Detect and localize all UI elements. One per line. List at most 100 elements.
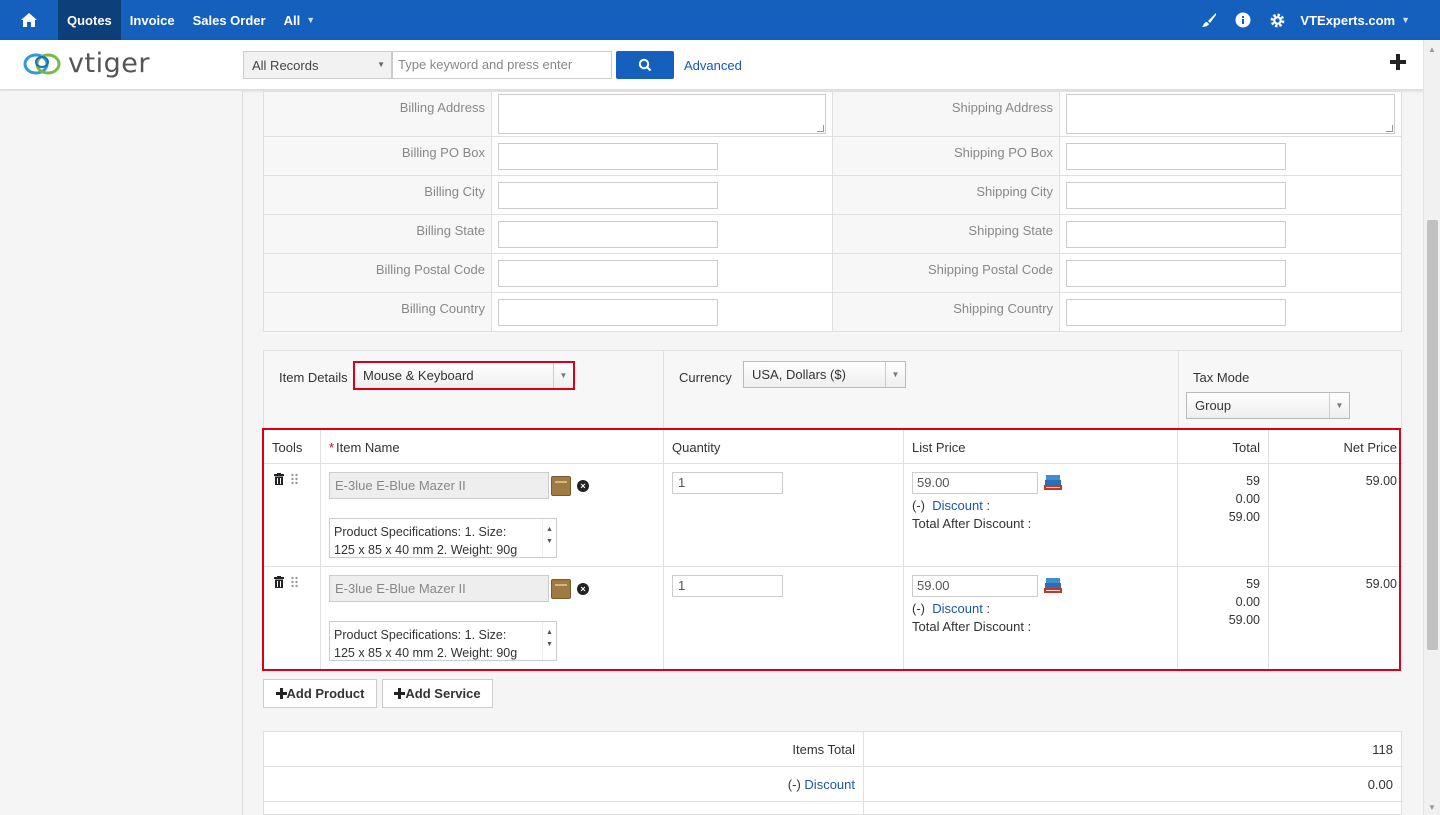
chevron-down-icon: ▼ [377, 60, 385, 69]
price-book-icon[interactable] [1043, 474, 1063, 492]
billing-city-field[interactable] [497, 181, 718, 209]
total-header: Total [1232, 440, 1260, 455]
drag-handle-icon[interactable] [290, 576, 300, 588]
description-line: 125 x 85 x 40 mm 2. Weight: 90g [334, 646, 518, 660]
page-scrollbar[interactable]: ▲ ▼ [1423, 40, 1440, 815]
tax-mode-select[interactable]: Group ▼ [1186, 392, 1350, 419]
discount-colon: : [986, 601, 991, 616]
billing-address-label: Billing Address [263, 91, 492, 137]
item-name-value: E-3lue E-Blue Mazer II [335, 581, 466, 596]
shipping-postal-code-field[interactable] [1066, 259, 1286, 287]
billing-country-field[interactable] [497, 298, 718, 326]
discount-total-row: (-) Discount 0.00 [264, 767, 1403, 802]
search-button[interactable] [616, 51, 674, 79]
item-details-select[interactable]: Mouse & Keyboard ▼ [353, 361, 575, 390]
discount-prefix: (-) [912, 601, 925, 616]
nav-quotes[interactable]: Quotes [58, 0, 121, 40]
shipping-address-label: Shipping Address [831, 91, 1061, 137]
home-icon[interactable] [0, 0, 58, 40]
user-name: VTExperts.com [1300, 12, 1396, 28]
nav-quotes-label: Quotes [67, 12, 112, 28]
clear-item-icon[interactable]: × [577, 480, 589, 492]
trash-icon[interactable] [274, 576, 284, 588]
advanced-search-link[interactable]: Advanced [684, 58, 742, 73]
item-name-input[interactable]: E-3lue E-Blue Mazer II [329, 575, 549, 602]
quantity-input[interactable]: 1 [672, 472, 783, 494]
info-icon[interactable] [1226, 0, 1260, 40]
item-name-input[interactable]: E-3lue E-Blue Mazer II [329, 472, 549, 499]
nav-all-menu[interactable]: All ▼ [275, 0, 325, 40]
billing-state-field[interactable] [497, 220, 718, 248]
chevron-down-icon: ▼ [885, 362, 905, 387]
shipping-city-field[interactable] [1066, 181, 1286, 209]
product-popup-icon[interactable] [551, 476, 571, 496]
shipping-state-label: Shipping State [831, 214, 1061, 254]
search-input[interactable]: Type keyword and press enter [392, 51, 612, 79]
currency-value: USA, Dollars ($) [752, 367, 846, 382]
item-details-label: Item Details [279, 370, 348, 385]
overall-discount-link[interactable]: Discount [804, 777, 855, 792]
drag-handle-icon[interactable] [290, 473, 300, 485]
totals-table: Items Total 118 (-) Discount 0.00 [263, 731, 1403, 815]
shipping-po-box-field[interactable] [1066, 142, 1286, 170]
description-line: Product Specifications: 1. Size: [334, 525, 507, 539]
quantity-input[interactable]: 1 [672, 575, 783, 597]
after-discount-label: Total After Discount : [912, 516, 1032, 531]
billing-postal-code-field[interactable] [497, 259, 718, 287]
scroll-up-icon[interactable]: ▲ [1428, 45, 1436, 54]
line-discount-value: 0.00 [1235, 595, 1260, 609]
discount-link[interactable]: Discount [932, 498, 983, 513]
trash-icon[interactable] [274, 473, 284, 485]
shipping-state-field[interactable] [1066, 220, 1286, 248]
shipping-postal-code-label: Shipping Postal Code [831, 253, 1061, 293]
line-total: 59 [1246, 474, 1260, 488]
currency-select[interactable]: USA, Dollars ($) ▼ [743, 361, 906, 388]
chevron-down-icon: ▼ [1401, 15, 1410, 25]
add-service-button[interactable]: Add Service [382, 679, 493, 708]
line-total: 59 [1246, 577, 1260, 591]
discount-total-label: (-) Discount [264, 767, 864, 802]
nav-sales-order[interactable]: Sales Order [184, 0, 275, 40]
item-details-value: Mouse & Keyboard [363, 368, 474, 383]
totals-next-row [264, 802, 1403, 815]
items-total-label: Items Total [264, 732, 864, 767]
product-popup-icon[interactable] [551, 579, 571, 599]
list-price-input[interactable]: 59.00 [912, 472, 1038, 494]
billing-po-box-field[interactable] [497, 142, 718, 170]
tax-mode-value: Group [1195, 398, 1232, 413]
brush-icon[interactable] [1192, 0, 1226, 40]
required-marker: * [329, 440, 335, 455]
nav-invoice[interactable]: Invoice [121, 0, 184, 40]
item-description[interactable]: Product Specifications: 1. Size: 125 x 8… [329, 621, 557, 661]
shipping-po-box-label: Shipping PO Box [831, 136, 1061, 176]
gear-icon[interactable] [1260, 0, 1294, 40]
billing-address-cell [490, 91, 833, 137]
billing-city-label: Billing City [263, 175, 492, 215]
shipping-country-label: Shipping Country [831, 292, 1061, 332]
shipping-country-field[interactable] [1066, 298, 1286, 326]
item-description[interactable]: Product Specifications: 1. Size: 125 x 8… [329, 518, 557, 558]
chevron-down-icon: ▼ [1329, 393, 1349, 418]
quantity-header: Quantity [672, 440, 721, 455]
item-name-value: E-3lue E-Blue Mazer II [335, 478, 466, 493]
add-product-button[interactable]: Add Product [263, 679, 377, 708]
billing-po-box-label: Billing PO Box [263, 136, 492, 176]
discount-prefix: (-) [787, 777, 801, 792]
records-select[interactable]: All Records ▼ [243, 51, 392, 79]
items-total-row: Items Total 118 [264, 732, 1403, 767]
list-price-input[interactable]: 59.00 [912, 575, 1038, 597]
scrollbar-thumb[interactable] [1427, 220, 1438, 650]
scroll-down-icon[interactable]: ▼ [1428, 803, 1436, 812]
plus-icon[interactable] [1388, 52, 1408, 75]
vtiger-logo[interactable]: vtiger [22, 48, 150, 79]
items-total-value: 118 [1372, 742, 1393, 757]
billing-address-field[interactable] [497, 94, 826, 134]
clear-item-icon[interactable]: × [577, 583, 589, 595]
price-book-icon[interactable] [1043, 577, 1063, 595]
plus-icon [394, 688, 406, 699]
shipping-city-label: Shipping City [831, 175, 1061, 215]
shipping-address-field[interactable] [1066, 94, 1395, 134]
chevron-down-icon: ▼ [553, 363, 573, 388]
discount-link[interactable]: Discount [932, 601, 983, 616]
user-menu[interactable]: VTExperts.com ▼ [1300, 13, 1410, 28]
